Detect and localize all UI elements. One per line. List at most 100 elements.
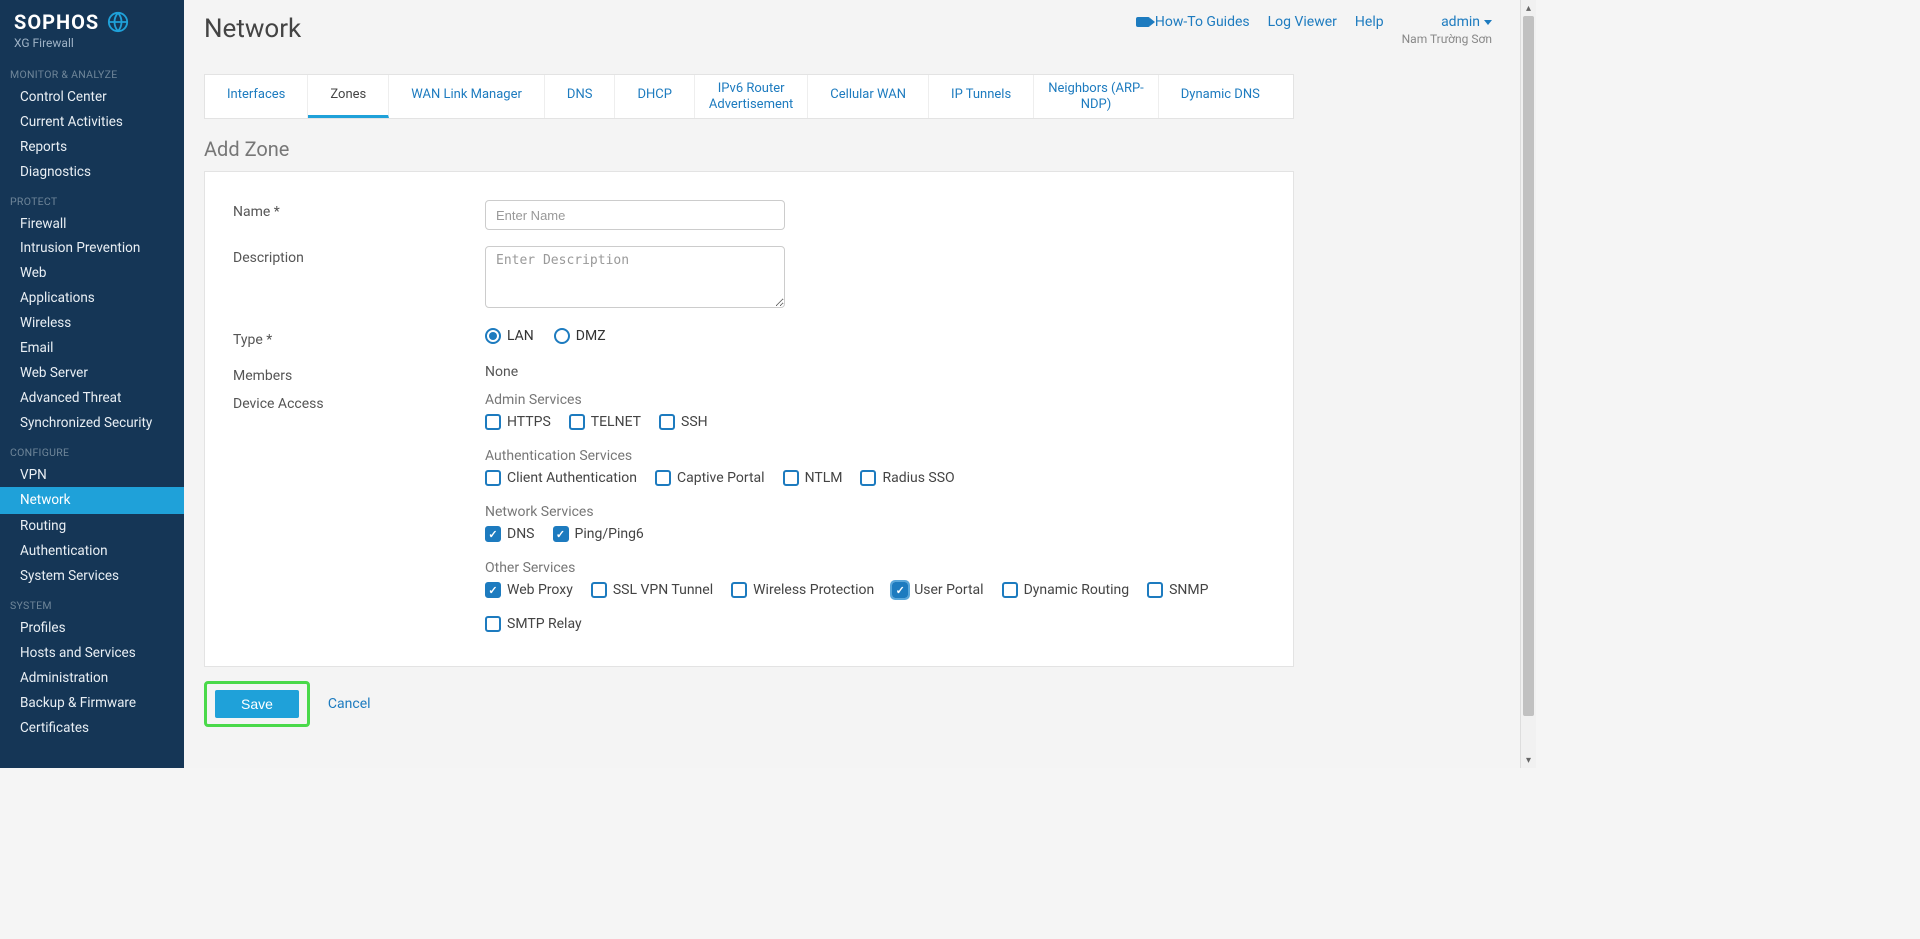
tab-zones[interactable]: Zones xyxy=(308,75,389,118)
sidebar-item-web-server[interactable]: Web Server xyxy=(0,361,184,386)
checkbox-ssh[interactable]: SSH xyxy=(659,414,708,430)
globe-icon xyxy=(107,11,129,33)
tab-neighbors-arp-ndp-[interactable]: Neighbors (ARP-NDP) xyxy=(1034,75,1159,118)
radio-lan[interactable]: LAN xyxy=(485,328,534,344)
checkbox-label: SSL VPN Tunnel xyxy=(613,582,713,598)
tab-wan-link-manager[interactable]: WAN Link Manager xyxy=(389,75,545,118)
admin-block: admin Nam Trường Sơn xyxy=(1402,14,1492,46)
checkbox-box-icon xyxy=(569,414,585,430)
checkbox-label: User Portal xyxy=(914,582,983,598)
checkbox-label: TELNET xyxy=(591,414,641,430)
other-services-title: Other Services xyxy=(485,560,1265,576)
sidebar-item-reports[interactable]: Reports xyxy=(0,135,184,160)
sidebar-item-administration[interactable]: Administration xyxy=(0,666,184,691)
sidebar-item-vpn[interactable]: VPN xyxy=(0,463,184,488)
checkbox-smtp-relay[interactable]: SMTP Relay xyxy=(485,616,582,632)
checkbox-box-icon xyxy=(892,582,908,598)
sidebar-section-title: PROTECT xyxy=(0,185,184,212)
checkbox-user-portal[interactable]: User Portal xyxy=(892,582,983,598)
checkbox-snmp[interactable]: SNMP xyxy=(1147,582,1208,598)
tab-interfaces[interactable]: Interfaces xyxy=(205,75,308,118)
sidebar-item-email[interactable]: Email xyxy=(0,336,184,361)
form-actions: Save Cancel xyxy=(204,681,1520,727)
checkbox-box-icon xyxy=(655,470,671,486)
checkbox-web-proxy[interactable]: Web Proxy xyxy=(485,582,573,598)
checkbox-ping-ping6[interactable]: Ping/Ping6 xyxy=(553,526,644,542)
checkbox-box-icon xyxy=(485,470,501,486)
type-radio-group: LAN DMZ xyxy=(485,328,1265,344)
admin-label: admin xyxy=(1441,14,1480,30)
checkbox-box-icon xyxy=(1147,582,1163,598)
sidebar-item-profiles[interactable]: Profiles xyxy=(0,616,184,641)
brand-wordmark: SOPHOS xyxy=(14,10,99,34)
vertical-scrollbar[interactable]: ▴ ▾ xyxy=(1520,0,1536,768)
tab-dhcp[interactable]: DHCP xyxy=(615,75,694,118)
sidebar-item-certificates[interactable]: Certificates xyxy=(0,716,184,741)
checkbox-box-icon xyxy=(1002,582,1018,598)
howto-label: How-To Guides xyxy=(1155,14,1250,30)
sidebar-item-routing[interactable]: Routing xyxy=(0,514,184,539)
checkbox-label: SMTP Relay xyxy=(507,616,582,632)
description-input[interactable] xyxy=(485,246,785,308)
checkbox-box-icon xyxy=(485,582,501,598)
sidebar-item-advanced-threat[interactable]: Advanced Threat xyxy=(0,386,184,411)
name-input[interactable] xyxy=(485,200,785,230)
checkbox-https[interactable]: HTTPS xyxy=(485,414,551,430)
sidebar-section-title: CONFIGURE xyxy=(0,436,184,463)
sidebar-item-network[interactable]: Network xyxy=(0,487,184,514)
sidebar-item-synchronized-security[interactable]: Synchronized Security xyxy=(0,411,184,436)
page-subtitle: Add Zone xyxy=(204,137,1520,161)
checkbox-telnet[interactable]: TELNET xyxy=(569,414,641,430)
save-button[interactable]: Save xyxy=(215,690,299,718)
video-icon xyxy=(1136,17,1150,27)
sidebar-item-intrusion-prevention[interactable]: Intrusion Prevention xyxy=(0,236,184,261)
checkbox-ssl-vpn-tunnel[interactable]: SSL VPN Tunnel xyxy=(591,582,713,598)
checkbox-radius-sso[interactable]: Radius SSO xyxy=(860,470,954,486)
checkbox-dns[interactable]: DNS xyxy=(485,526,535,542)
logviewer-link[interactable]: Log Viewer xyxy=(1268,14,1337,30)
device-access-label: Device Access xyxy=(233,392,485,650)
admin-menu[interactable]: admin xyxy=(1441,14,1492,30)
radio-dmz[interactable]: DMZ xyxy=(554,328,606,344)
sidebar-item-system-services[interactable]: System Services xyxy=(0,564,184,589)
checkbox-box-icon xyxy=(591,582,607,598)
auth-services-title: Authentication Services xyxy=(485,448,1265,464)
checkbox-box-icon xyxy=(659,414,675,430)
sidebar-item-web[interactable]: Web xyxy=(0,261,184,286)
checkbox-label: DNS xyxy=(507,526,535,542)
scroll-down-icon[interactable]: ▾ xyxy=(1521,752,1536,768)
sidebar-item-diagnostics[interactable]: Diagnostics xyxy=(0,160,184,185)
sidebar-item-authentication[interactable]: Authentication xyxy=(0,539,184,564)
chevron-down-icon xyxy=(1484,20,1492,25)
tab-cellular-wan[interactable]: Cellular WAN xyxy=(808,75,929,118)
checkbox-client-authentication[interactable]: Client Authentication xyxy=(485,470,637,486)
tab-dynamic-dns[interactable]: Dynamic DNS xyxy=(1159,75,1282,118)
tab-dns[interactable]: DNS xyxy=(545,75,616,118)
tab-ipv6-router-advertisement[interactable]: IPv6 RouterAdvertisement xyxy=(695,75,808,118)
checkbox-captive-portal[interactable]: Captive Portal xyxy=(655,470,765,486)
checkbox-label: Radius SSO xyxy=(882,470,954,486)
sidebar-item-applications[interactable]: Applications xyxy=(0,286,184,311)
scroll-up-icon[interactable]: ▴ xyxy=(1521,0,1536,16)
scrollbar-thumb[interactable] xyxy=(1523,16,1534,716)
cancel-link[interactable]: Cancel xyxy=(328,696,371,712)
help-link[interactable]: Help xyxy=(1355,14,1384,30)
sidebar-item-wireless[interactable]: Wireless xyxy=(0,311,184,336)
checkbox-dynamic-routing[interactable]: Dynamic Routing xyxy=(1002,582,1130,598)
main-header: Network How-To Guides Log Viewer Help ad… xyxy=(184,0,1520,54)
members-value: None xyxy=(485,364,518,380)
tab-ip-tunnels[interactable]: IP Tunnels xyxy=(929,75,1034,118)
tabs-bar: InterfacesZonesWAN Link ManagerDNSDHCPIP… xyxy=(204,74,1294,119)
sidebar-item-hosts-and-services[interactable]: Hosts and Services xyxy=(0,641,184,666)
checkbox-ntlm[interactable]: NTLM xyxy=(783,470,843,486)
howto-link[interactable]: How-To Guides xyxy=(1136,14,1250,30)
brand-subtitle: XG Firewall xyxy=(14,36,170,50)
description-label: Description xyxy=(233,246,485,312)
sidebar-item-current-activities[interactable]: Current Activities xyxy=(0,110,184,135)
checkbox-label: Client Authentication xyxy=(507,470,637,486)
brand-logo: SOPHOS xyxy=(14,10,170,34)
checkbox-wireless-protection[interactable]: Wireless Protection xyxy=(731,582,874,598)
sidebar-item-firewall[interactable]: Firewall xyxy=(0,212,184,237)
sidebar-item-backup-firmware[interactable]: Backup & Firmware xyxy=(0,691,184,716)
sidebar-item-control-center[interactable]: Control Center xyxy=(0,85,184,110)
